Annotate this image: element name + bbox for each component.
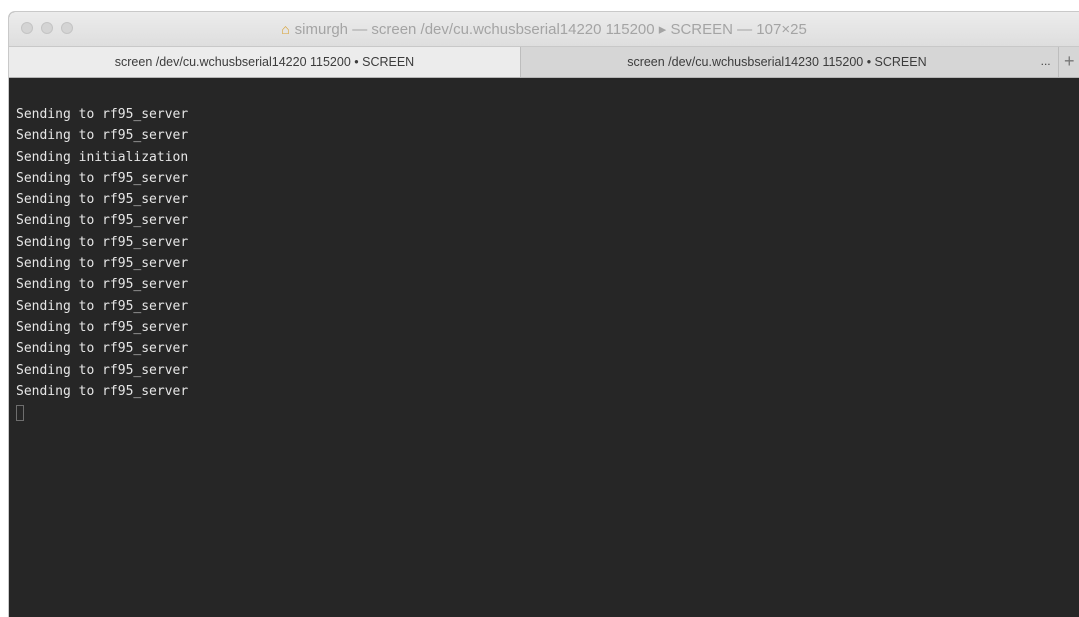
terminal-window: ⌂ simurgh — screen /dev/cu.wchusbserial14… bbox=[9, 12, 1079, 617]
terminal-line: Sending to rf95_server bbox=[16, 170, 189, 186]
tab-bar: screen /dev/cu.wchusbserial14220 115200 … bbox=[9, 47, 1079, 78]
cursor-line bbox=[16, 402, 1079, 428]
terminal-line: Sending to rf95_server bbox=[16, 234, 189, 250]
terminal-line: Sending initialization bbox=[16, 149, 189, 165]
new-tab-button[interactable]: + bbox=[1058, 47, 1079, 77]
terminal-line: Sending to rf95_server bbox=[16, 128, 189, 144]
terminal-line: Sending to rf95_server bbox=[16, 319, 189, 335]
tab-overflow-button[interactable]: ... bbox=[1032, 47, 1059, 77]
home-icon: ⌂ bbox=[281, 21, 290, 37]
terminal-line: Sending to rf95_server bbox=[16, 213, 189, 229]
window-title: ⌂ simurgh — screen /dev/cu.wchusbserial14… bbox=[9, 20, 1079, 38]
terminal-line: Sending to rf95_server bbox=[16, 383, 189, 399]
terminal-line: Sending to rf95_server bbox=[16, 341, 189, 357]
terminal-line: Sending to rf95_server bbox=[16, 107, 189, 122]
terminal-cursor bbox=[16, 405, 24, 422]
terminal-output[interactable]: Sending to rf95_server Sending to rf95_se… bbox=[9, 78, 1079, 617]
terminal-line: Sending to rf95_server bbox=[16, 362, 189, 378]
tab-wchusbserial14230[interactable]: screen /dev/cu.wchusbserial14230 115200 … bbox=[520, 47, 1033, 77]
terminal-line: Sending to rf95_server bbox=[16, 298, 189, 314]
terminal-line: Sending to rf95_server bbox=[16, 192, 189, 208]
title-bar[interactable]: ⌂ simurgh — screen /dev/cu.wchusbserial14… bbox=[9, 12, 1079, 47]
terminal-line: Sending to rf95_server bbox=[16, 256, 189, 272]
window-title-text: simurgh — screen /dev/cu.wchusbserial142… bbox=[294, 21, 807, 38]
terminal-line: Sending to rf95_server bbox=[16, 277, 189, 293]
tab-wchusbserial14220[interactable]: screen /dev/cu.wchusbserial14220 115200 … bbox=[9, 47, 521, 77]
